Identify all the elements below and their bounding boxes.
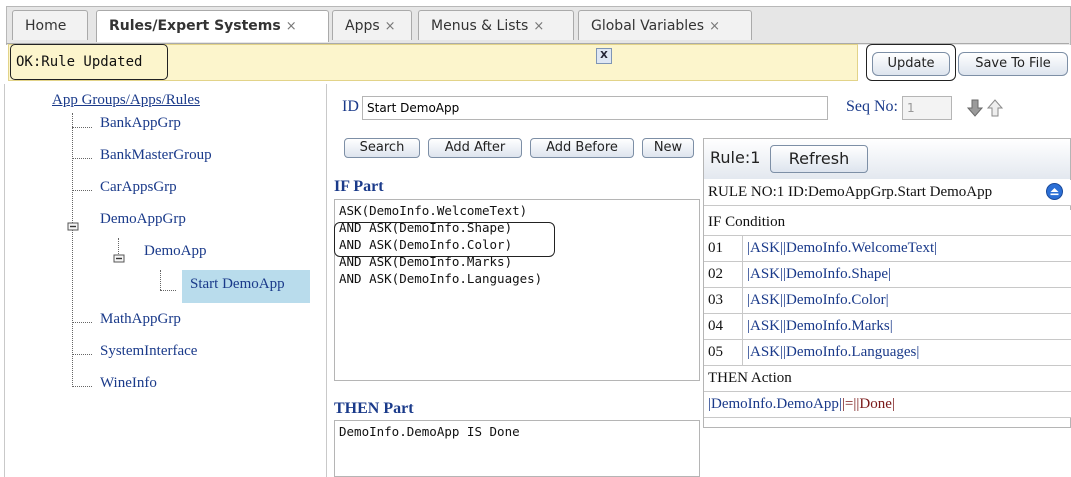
condition-number: 03 [708, 292, 723, 308]
if-condition-header: IF Condition [704, 210, 1071, 236]
search-button[interactable]: Search [344, 138, 420, 158]
condition-number: 01 [708, 240, 723, 256]
tab-menus-lists[interactable]: Menus & Lists × [418, 10, 574, 40]
tree-item-demoappgrp[interactable]: DemoAppGrp [100, 211, 186, 228]
condition-variable: |DemoInfo.Color| [783, 292, 889, 308]
tab-label: Global Variables [591, 18, 705, 34]
tree-connector [72, 127, 92, 128]
tree-item-systeminterface[interactable]: SystemInterface [100, 343, 197, 360]
tree-connector [72, 113, 73, 387]
tree-root-link[interactable]: App Groups/Apps/Rules [52, 92, 200, 109]
collapse-icon[interactable] [112, 250, 126, 264]
tree-connector [72, 322, 92, 323]
tree-item-demoapp[interactable]: DemoApp [144, 243, 207, 260]
tree-connector [160, 270, 161, 290]
condition-number: 05 [708, 344, 723, 360]
close-icon[interactable]: × [385, 19, 396, 34]
if-part-label: IF Part [334, 178, 384, 195]
then-action-header: THEN Action [704, 366, 1071, 392]
status-message: OK:Rule Updated [16, 54, 143, 70]
add-after-button[interactable]: Add After [428, 138, 522, 158]
rule-number-label: Rule:1 [710, 148, 761, 167]
if-condition-label: IF Condition [708, 214, 786, 230]
tab-label: Apps [345, 18, 380, 34]
condition-value: |ASK||DemoInfo.WelcomeText| [742, 236, 937, 261]
refresh-button[interactable]: Refresh [770, 145, 868, 173]
then-line: DemoInfo.DemoApp IS Done [339, 424, 520, 439]
tree-item-carappsgrp[interactable]: CarAppsGrp [100, 179, 177, 196]
condition-keyword: |ASK| [747, 240, 784, 256]
then-action-row: |DemoInfo.DemoApp||=||Done| [704, 392, 1071, 418]
seq-no-label: Seq No: [846, 98, 898, 115]
close-icon[interactable]: × [709, 19, 720, 34]
collapse-icon[interactable] [66, 218, 80, 232]
condition-variable: |DemoInfo.WelcomeText| [783, 240, 938, 256]
arrow-down-icon[interactable] [966, 98, 984, 118]
close-icon[interactable]: X [596, 48, 612, 64]
tab-label: Home [25, 18, 67, 34]
condition-variable: |DemoInfo.Languages| [783, 344, 920, 360]
condition-number: 04 [708, 318, 723, 334]
tab-label: Rules/Expert Systems [109, 18, 281, 34]
condition-keyword: |ASK| [747, 318, 784, 334]
then-action-result: |Done| [856, 396, 895, 412]
arrow-up-icon[interactable] [986, 98, 1004, 118]
condition-keyword: |ASK| [747, 266, 784, 282]
condition-keyword: |ASK| [747, 292, 784, 308]
tree-connector [160, 290, 176, 291]
id-input[interactable] [362, 96, 828, 120]
then-part-label: THEN Part [334, 400, 414, 417]
left-border [4, 84, 5, 477]
then-action-label: THEN Action [708, 370, 792, 386]
tab-home[interactable]: Home [12, 10, 88, 40]
condition-row: 02 |ASK||DemoInfo.Shape| [704, 262, 1071, 288]
tab-apps[interactable]: Apps × [332, 10, 412, 40]
tree-item-bankappgrp[interactable]: BankAppGrp [100, 115, 181, 132]
condition-keyword: |ASK| [747, 344, 784, 360]
tree-item-start-demoapp[interactable]: Start DemoApp [190, 276, 285, 293]
condition-value: |ASK||DemoInfo.Color| [742, 288, 889, 313]
condition-variable: |DemoInfo.Marks| [783, 318, 893, 334]
condition-highlight [334, 222, 555, 257]
new-button[interactable]: New [642, 138, 694, 158]
condition-row: 03 |ASK||DemoInfo.Color| [704, 288, 1071, 314]
add-before-button[interactable]: Add Before [530, 138, 634, 158]
tree-item-bankmastergroup[interactable]: BankMasterGroup [100, 147, 212, 164]
tree-connector [72, 354, 92, 355]
rule-title: RULE NO:1 ID:DemoAppGrp.Start DemoApp [708, 184, 993, 200]
tab-rules-expert-systems[interactable]: Rules/Expert Systems × [96, 10, 329, 42]
panel-divider [326, 84, 327, 477]
tree-item-wineinfo[interactable]: WineInfo [100, 375, 157, 392]
then-action-operator: |=| [841, 396, 857, 412]
then-part-textarea[interactable]: DemoInfo.DemoApp IS Done [334, 420, 700, 477]
if-line: ASK(DemoInfo.WelcomeText) [339, 203, 528, 218]
close-icon[interactable]: × [286, 19, 297, 34]
condition-row: 05 |ASK||DemoInfo.Languages| [704, 340, 1071, 366]
close-icon[interactable]: × [533, 19, 544, 34]
if-line: AND ASK(DemoInfo.Languages) [339, 271, 543, 286]
then-action-value: |DemoInfo.DemoApp||=||Done| [708, 392, 895, 417]
rule-title-row: RULE NO:1 ID:DemoAppGrp.Start DemoApp [704, 180, 1071, 206]
tree-connector [72, 386, 92, 387]
update-button[interactable]: Update [872, 52, 950, 76]
condition-row: 04 |ASK||DemoInfo.Marks| [704, 314, 1071, 340]
condition-row: 01 |ASK||DemoInfo.WelcomeText| [704, 236, 1071, 262]
condition-number: 02 [708, 266, 723, 282]
eject-up-icon[interactable] [1046, 183, 1063, 200]
then-action-variable: |DemoInfo.DemoApp| [708, 396, 842, 412]
save-to-file-button[interactable]: Save To File [958, 52, 1068, 76]
seq-no-input[interactable] [902, 96, 952, 120]
tree-item-mathappgrp[interactable]: MathAppGrp [100, 311, 181, 328]
condition-value: |ASK||DemoInfo.Languages| [742, 340, 919, 365]
condition-variable: |DemoInfo.Shape| [783, 266, 892, 282]
id-label: ID [342, 98, 359, 115]
tab-label: Menus & Lists [431, 18, 529, 34]
tree-connector [72, 190, 92, 191]
condition-value: |ASK||DemoInfo.Marks| [742, 314, 893, 339]
tab-global-variables[interactable]: Global Variables × [578, 10, 752, 40]
tree-connector [72, 158, 92, 159]
condition-value: |ASK||DemoInfo.Shape| [742, 262, 891, 287]
